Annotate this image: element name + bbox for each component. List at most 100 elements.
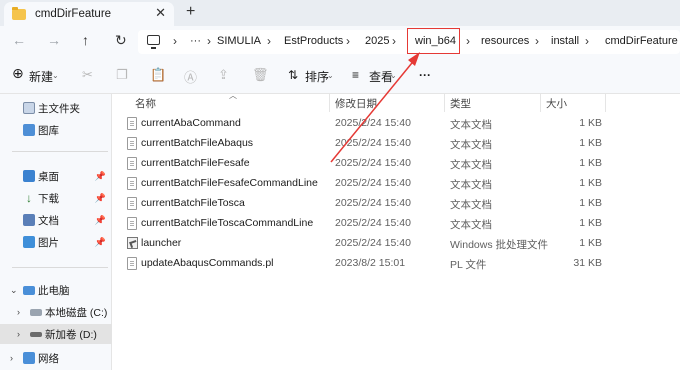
file-type: 文本文档 bbox=[450, 219, 492, 231]
breadcrumb-2025[interactable]: 2025 bbox=[365, 35, 389, 47]
more-options-button[interactable]: ··· bbox=[419, 68, 431, 82]
column-divider[interactable] bbox=[605, 94, 606, 112]
sidebar-item-this-pc[interactable]: ⌄ 此电脑 bbox=[0, 280, 112, 300]
file-size: 1 KB bbox=[579, 117, 602, 129]
new-tab-button[interactable]: + bbox=[186, 3, 195, 21]
pin-icon[interactable]: 📌 bbox=[95, 237, 106, 248]
breadcrumb-install[interactable]: install bbox=[551, 35, 579, 47]
table-row[interactable]: currentBatchFileTosca 2025/2/24 15:40 文本… bbox=[112, 194, 680, 214]
paste-icon[interactable]: 📋 bbox=[150, 67, 166, 83]
column-divider[interactable] bbox=[540, 94, 541, 112]
file-size: 31 KB bbox=[573, 257, 602, 269]
tab-cmddirfeature[interactable]: cmdDirFeature ✕ bbox=[4, 2, 174, 26]
breadcrumb-resources[interactable]: resources bbox=[481, 35, 529, 47]
plus-icon: ⊕ bbox=[12, 65, 24, 81]
text-file-icon bbox=[127, 177, 137, 190]
breadcrumb-estproducts[interactable]: EstProducts bbox=[284, 35, 343, 47]
file-size: 1 KB bbox=[579, 157, 602, 169]
highlight-box bbox=[407, 28, 460, 54]
chevron-down-icon[interactable]: ⌄ bbox=[327, 71, 334, 80]
file-date: 2025/2/24 15:40 bbox=[335, 237, 411, 249]
sidebar-divider bbox=[12, 267, 108, 268]
file-size: 1 KB bbox=[579, 137, 602, 149]
chevron-down-icon[interactable]: ⌄ bbox=[390, 71, 397, 80]
breadcrumb-separator[interactable]: › bbox=[346, 34, 350, 48]
breadcrumb-separator[interactable]: › bbox=[585, 34, 589, 48]
file-type: 文本文档 bbox=[450, 199, 492, 211]
share-icon[interactable]: ⇪ bbox=[218, 67, 229, 83]
table-row[interactable]: currentBatchFileFesafeCommandLine 2025/2… bbox=[112, 174, 680, 194]
rename-icon[interactable]: Ⓐ bbox=[184, 67, 197, 86]
column-header-size[interactable]: 大小 bbox=[546, 96, 567, 111]
delete-icon[interactable]: 🗑 bbox=[252, 67, 269, 83]
file-list: ︿ 名称 修改日期 类型 大小 currentAbaCommand 2025/2… bbox=[112, 91, 680, 370]
breadcrumb-separator[interactable]: › bbox=[466, 34, 470, 48]
column-divider[interactable] bbox=[444, 94, 445, 112]
sidebar-item-downloads[interactable]: ↓ 下载 📌 bbox=[0, 188, 112, 208]
file-type: 文本文档 bbox=[450, 159, 492, 171]
pin-icon[interactable]: 📌 bbox=[95, 171, 106, 182]
file-date: 2023/8/2 15:01 bbox=[335, 257, 406, 269]
chevron-right-icon[interactable]: › bbox=[17, 329, 20, 339]
sidebar-item-pictures[interactable]: 图片 📌 bbox=[0, 232, 112, 252]
chevron-right-icon[interactable]: › bbox=[17, 307, 20, 317]
cut-icon[interactable]: ✂ bbox=[82, 67, 93, 83]
chevron-right-icon[interactable]: › bbox=[10, 353, 13, 363]
sort-button[interactable]: 排序 bbox=[305, 68, 329, 85]
breadcrumb-more[interactable]: ··· bbox=[190, 35, 201, 47]
table-row[interactable]: currentBatchFileFesafe 2025/2/24 15:40 文… bbox=[112, 154, 680, 174]
table-row[interactable]: currentBatchFileAbaqus 2025/2/24 15:40 文… bbox=[112, 134, 680, 154]
text-file-icon bbox=[127, 117, 137, 130]
column-divider[interactable] bbox=[329, 94, 330, 112]
pin-icon[interactable]: 📌 bbox=[95, 215, 106, 226]
sidebar-item-network[interactable]: › 网络 bbox=[0, 348, 112, 368]
tab-title: cmdDirFeature bbox=[35, 8, 112, 20]
batch-file-icon bbox=[127, 237, 138, 249]
breadcrumb-separator[interactable]: › bbox=[392, 34, 396, 48]
breadcrumb-cmddirfeature[interactable]: cmdDirFeature bbox=[605, 35, 678, 47]
table-row[interactable]: currentAbaCommand 2025/2/24 15:40 文本文档 1… bbox=[112, 114, 680, 134]
file-type: PL 文件 bbox=[450, 259, 487, 271]
view-icon: ≡ bbox=[352, 68, 360, 82]
drive-icon bbox=[30, 308, 42, 316]
breadcrumb-separator[interactable]: › bbox=[535, 34, 539, 48]
monitor-icon bbox=[147, 35, 160, 49]
breadcrumb-separator[interactable]: › bbox=[173, 34, 177, 48]
sidebar-item-gallery[interactable]: 图库 bbox=[0, 120, 112, 140]
folder-icon bbox=[12, 6, 26, 20]
sidebar-item-label: 本地磁盘 (C:) bbox=[45, 306, 108, 319]
file-date: 2025/2/24 15:40 bbox=[335, 117, 411, 129]
chevron-down-icon[interactable]: ⌄ bbox=[52, 71, 59, 80]
file-name: currentBatchFileFesafeCommandLine bbox=[141, 177, 318, 189]
sidebar-item-label: 图库 bbox=[38, 124, 59, 137]
column-header-date[interactable]: 修改日期 bbox=[335, 96, 377, 111]
sidebar-item-local-c[interactable]: › 本地磁盘 (C:) bbox=[0, 302, 112, 322]
breadcrumb-simulia[interactable]: SIMULIA bbox=[217, 35, 261, 47]
table-row[interactable]: currentBatchFileToscaCommandLine 2025/2/… bbox=[112, 214, 680, 234]
up-icon[interactable]: ↑ bbox=[82, 32, 89, 48]
close-icon[interactable]: ✕ bbox=[155, 5, 166, 21]
refresh-icon[interactable]: ↻ bbox=[115, 32, 127, 49]
back-icon[interactable]: ← bbox=[12, 32, 26, 48]
file-date: 2025/2/24 15:40 bbox=[335, 217, 411, 229]
sidebar-item-new-d[interactable]: › 新加卷 (D:) bbox=[0, 324, 112, 344]
chevron-down-icon[interactable]: ⌄ bbox=[10, 285, 18, 296]
table-row[interactable]: launcher 2025/2/24 15:40 Windows 批处理文件 1… bbox=[112, 234, 680, 254]
breadcrumb-separator[interactable]: › bbox=[207, 34, 211, 48]
sidebar-item-documents[interactable]: 文档 📌 bbox=[0, 210, 112, 230]
computer-icon bbox=[23, 285, 35, 295]
table-row[interactable]: updateAbaqusCommands.pl 2023/8/2 15:01 P… bbox=[112, 254, 680, 274]
sidebar-item-desktop[interactable]: 桌面 📌 bbox=[0, 166, 112, 186]
column-header-type[interactable]: 类型 bbox=[450, 96, 471, 111]
sidebar-item-label: 文档 bbox=[38, 214, 59, 227]
sidebar-item-label: 桌面 bbox=[38, 170, 59, 183]
sidebar-item-label: 新加卷 (D:) bbox=[45, 328, 97, 341]
pin-icon[interactable]: 📌 bbox=[95, 193, 106, 204]
forward-icon[interactable]: → bbox=[47, 32, 61, 48]
new-button[interactable]: 新建 bbox=[29, 68, 53, 85]
sidebar-item-home[interactable]: 主文件夹 bbox=[0, 98, 112, 118]
column-header-name[interactable]: 名称 bbox=[135, 96, 156, 111]
breadcrumb-separator[interactable]: › bbox=[267, 34, 271, 48]
text-file-icon bbox=[127, 137, 137, 150]
copy-icon[interactable]: ❐ bbox=[116, 67, 128, 83]
